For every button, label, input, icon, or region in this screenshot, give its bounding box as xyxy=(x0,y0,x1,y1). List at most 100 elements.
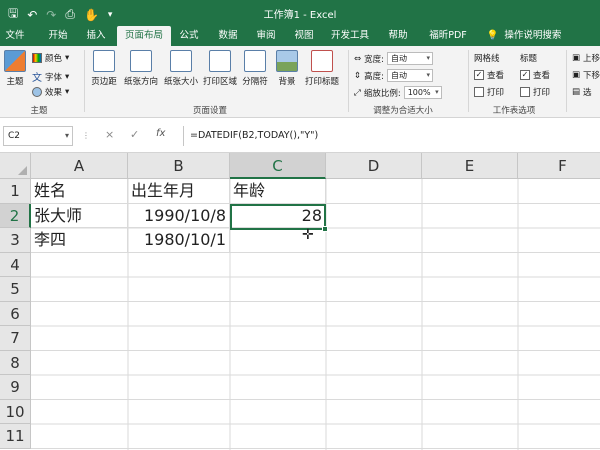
breaks-button[interactable]: 分隔符 xyxy=(240,50,270,87)
scale-group-label: 调整为合适大小 xyxy=(373,106,433,116)
height-row: ⇕ 高度: 自动 xyxy=(354,69,433,82)
cell-B1[interactable]: 出生年月 xyxy=(128,179,230,204)
width-row: ⇔ 宽度: 自动 xyxy=(354,52,433,65)
effects-icon xyxy=(32,87,42,97)
group-separator xyxy=(348,50,349,112)
enter-icon[interactable]: ✓ xyxy=(130,128,139,141)
headings-view-checkbox[interactable]: ✓ 查看 xyxy=(520,69,550,81)
tab-view[interactable]: 视图 xyxy=(286,26,322,46)
chevron-down-icon: ▾ xyxy=(65,53,70,63)
tab-data[interactable]: 数据 xyxy=(210,26,246,46)
fonts-label: 字体 xyxy=(45,72,63,83)
fonts-icon: 文 xyxy=(32,73,42,84)
tab-review[interactable]: 审阅 xyxy=(248,26,284,46)
selection-pane-button[interactable]: ▤ 选 xyxy=(572,86,592,98)
print-area-label: 打印区域 xyxy=(202,77,237,87)
themes-button[interactable]: 主题 xyxy=(3,50,27,87)
checkbox-checked-icon: ✓ xyxy=(474,70,484,80)
scale-row: ⤢ 缩放比例: 100% xyxy=(354,86,442,99)
formula-input[interactable]: =DATEDIF(B2,TODAY(),"Y") xyxy=(183,126,600,146)
ribbon-tabs: 文件 开始 插入 页面布局 公式 数据 审阅 视图 开发工具 帮助 福昕PDF … xyxy=(0,26,600,46)
size-button[interactable]: 纸张大小 xyxy=(162,50,200,87)
print-titles-icon xyxy=(311,50,333,72)
breaks-label: 分隔符 xyxy=(242,77,268,87)
print-area-button[interactable]: 打印区域 xyxy=(202,50,238,87)
chevron-down-icon: ▾ xyxy=(65,87,70,97)
send-backward-icon: ▣ xyxy=(572,70,581,80)
formula-bar: C2 ⋮ × ✓ fx =DATEDIF(B2,TODAY(),"Y") xyxy=(0,119,600,153)
tab-foxit-pdf[interactable]: 福昕PDF xyxy=(420,26,476,46)
tab-developer[interactable]: 开发工具 xyxy=(326,26,374,46)
name-box[interactable]: C2 xyxy=(3,126,73,146)
tab-home[interactable]: 开始 xyxy=(40,26,76,46)
cell-C1[interactable]: 年龄 xyxy=(230,179,326,204)
size-label: 纸张大小 xyxy=(163,77,198,87)
cell-B3[interactable]: 1980/10/1 xyxy=(128,228,230,253)
height-dropdown[interactable]: 自动 xyxy=(387,69,433,82)
send-backward-button[interactable]: ▣ 下移 xyxy=(572,69,600,81)
margins-button[interactable]: 页边距 xyxy=(89,50,119,87)
checkbox-checked-icon: ✓ xyxy=(520,70,530,80)
sign-in-button[interactable] xyxy=(580,4,600,22)
tell-me-search[interactable]: 💡 操作说明搜索 xyxy=(484,26,564,46)
gridlines-view-checkbox[interactable]: ✓ 查看 xyxy=(474,69,504,81)
title-bar: 🖫 ↶ ↷ ⎙ ✋ ▾ 工作簿1 - Excel xyxy=(0,0,600,26)
headings-view-label: 查看 xyxy=(533,71,551,81)
group-separator xyxy=(84,50,85,112)
checkbox-unchecked-icon xyxy=(474,87,484,97)
tab-formulas[interactable]: 公式 xyxy=(172,26,206,46)
width-dropdown[interactable]: 自动 xyxy=(387,52,433,65)
page-setup-group-label: 页面设置 xyxy=(192,106,227,116)
selection-pane-label: 选 xyxy=(583,88,592,98)
tell-me-label: 操作说明搜索 xyxy=(504,30,562,41)
cell-B2[interactable]: 1990/10/8 xyxy=(128,203,230,228)
send-backward-label: 下移 xyxy=(583,71,600,81)
cell-A1[interactable]: 姓名 xyxy=(31,179,128,204)
background-label: 背景 xyxy=(278,77,296,87)
scale-label: 缩放比例: xyxy=(363,88,401,99)
theme-colors-button[interactable]: 颜色 ▾ xyxy=(32,52,69,64)
height-icon: ⇕ xyxy=(354,70,362,81)
tab-page-layout[interactable]: 页面布局 xyxy=(117,26,171,46)
window-title: 工作簿1 - Excel xyxy=(263,10,337,21)
selection-pane-icon: ▤ xyxy=(572,87,581,97)
orientation-button[interactable]: 纸张方向 xyxy=(122,50,160,87)
print-area-icon xyxy=(209,50,231,72)
colors-label: 颜色 xyxy=(45,54,63,64)
headings-print-checkbox[interactable]: 打印 xyxy=(520,86,550,98)
orientation-icon xyxy=(130,50,152,72)
lightbulb-icon: 💡 xyxy=(486,30,499,41)
tab-file[interactable]: 文件 xyxy=(0,26,30,46)
height-label: 高度: xyxy=(364,71,384,82)
checkbox-unchecked-icon xyxy=(520,87,530,97)
cursor-icon: ✛ xyxy=(302,227,314,243)
insert-function-icon[interactable]: fx xyxy=(156,128,165,139)
margins-label: 页边距 xyxy=(91,77,117,87)
headings-heading: 标题 xyxy=(520,54,538,64)
chevron-down-icon: ▾ xyxy=(65,71,70,82)
theme-effects-button[interactable]: 效果 ▾ xyxy=(32,86,69,98)
themes-icon xyxy=(4,50,26,72)
tab-insert[interactable]: 插入 xyxy=(78,26,114,46)
print-titles-button[interactable]: 打印标题 xyxy=(302,50,342,87)
effects-label: 效果 xyxy=(45,88,63,98)
tab-help[interactable]: 帮助 xyxy=(380,26,416,46)
group-separator xyxy=(566,50,567,112)
background-button[interactable]: 背景 xyxy=(274,50,300,87)
background-icon xyxy=(276,50,298,72)
formula-bar-handle-icon[interactable]: ⋮ xyxy=(82,131,90,140)
scale-spinner[interactable]: 100% xyxy=(403,86,442,99)
width-icon: ⇔ xyxy=(354,53,362,64)
margins-icon xyxy=(93,50,115,72)
fill-handle[interactable] xyxy=(322,226,328,232)
print-titles-label: 打印标题 xyxy=(304,77,339,87)
bring-forward-button[interactable]: ▣ 上移 xyxy=(572,52,600,64)
worksheet-grid[interactable]: A B C D E F 1 2 3 4 5 6 7 8 9 10 11 姓名 出… xyxy=(0,153,600,450)
cell-A3[interactable]: 李四 xyxy=(31,228,128,253)
cell-A2[interactable]: 张大师 xyxy=(31,203,128,228)
scale-icon: ⤢ xyxy=(354,87,361,98)
gridlines-print-checkbox[interactable]: 打印 xyxy=(474,86,504,98)
theme-fonts-button[interactable]: 文字体 ▾ xyxy=(32,69,70,85)
width-label: 宽度: xyxy=(364,54,384,65)
cancel-icon[interactable]: × xyxy=(105,128,114,141)
